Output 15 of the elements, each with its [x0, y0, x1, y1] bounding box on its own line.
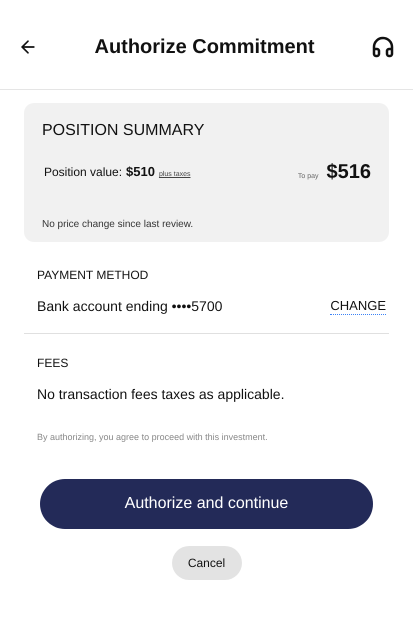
bank-account-text: Bank account ending ••••5700 — [37, 297, 222, 316]
disclaimer-text: By authorizing, you agree to proceed with this investment. — [37, 431, 269, 444]
to-pay-amount: $516 — [326, 160, 371, 185]
position-value: $510 — [126, 163, 155, 182]
change-link[interactable]: CHANGE — [330, 298, 386, 315]
fees-label: FEES — [37, 355, 70, 372]
position-value-label: Position value: — [44, 164, 122, 182]
summary-title: POSITION SUMMARY — [42, 121, 206, 141]
page-title: Authorize Commitment — [94, 34, 314, 60]
cancel-button[interactable]: Cancel — [172, 546, 242, 580]
payment-method-label: PAYMENT METHOD — [37, 267, 150, 284]
headset-icon[interactable] — [371, 34, 395, 58]
fees-text: No transaction fees taxes as applicable. — [37, 385, 286, 404]
authorize-button[interactable]: Authorize and continue — [40, 478, 373, 528]
price-note: No price change since last review. — [42, 218, 194, 232]
